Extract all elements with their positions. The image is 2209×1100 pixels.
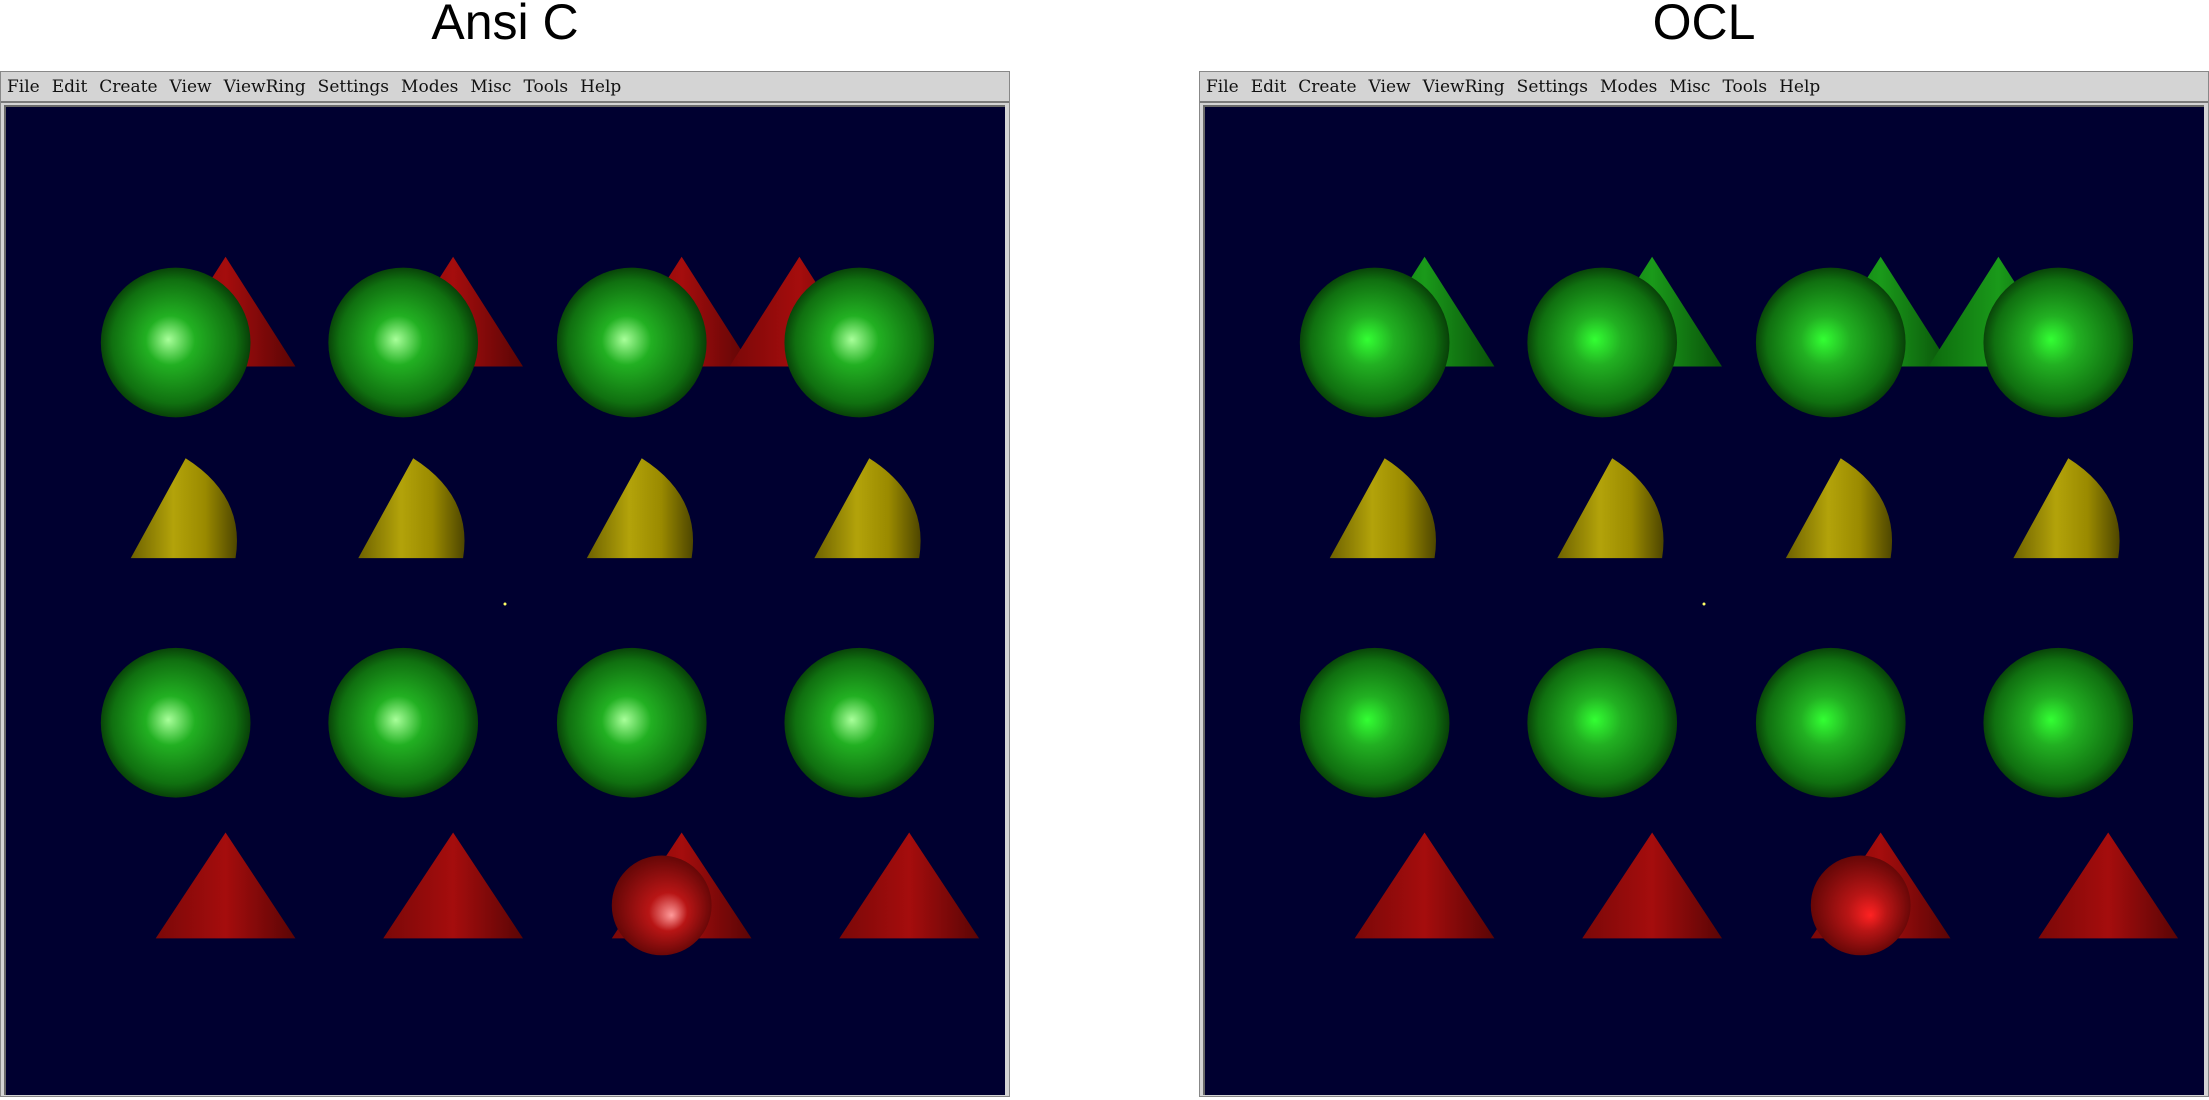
cone-shape — [2013, 458, 2120, 559]
panel-title-ocl: OCL — [1652, 0, 1756, 50]
render-scene — [100, 256, 980, 956]
sphere-shape — [1755, 267, 1906, 418]
sphere-shape — [556, 647, 707, 798]
origin-marker — [1702, 602, 1706, 606]
sphere-shape — [611, 855, 712, 956]
sphere-shape — [1299, 267, 1450, 418]
menubar: File Edit Create View ViewRing Settings … — [1200, 72, 2208, 103]
menu-tools[interactable]: Tools — [1722, 77, 1767, 97]
cone-shape — [130, 458, 237, 559]
cone-shape — [383, 832, 523, 939]
menu-modes[interactable]: Modes — [1600, 77, 1657, 97]
origin-marker — [503, 602, 507, 606]
sphere-shape — [100, 267, 251, 418]
menu-settings[interactable]: Settings — [318, 77, 389, 97]
menu-viewring[interactable]: ViewRing — [224, 77, 306, 97]
menu-modes[interactable]: Modes — [401, 77, 458, 97]
render-scene — [1299, 256, 2179, 956]
sphere-shape — [1527, 267, 1678, 418]
cone-shape — [155, 832, 296, 939]
menu-edit[interactable]: Edit — [1251, 77, 1287, 97]
menu-help[interactable]: Help — [580, 77, 621, 97]
menu-misc[interactable]: Misc — [470, 77, 511, 97]
sphere-shape — [328, 267, 479, 418]
menu-settings[interactable]: Settings — [1517, 77, 1588, 97]
cone-shape — [839, 832, 980, 939]
menu-create[interactable]: Create — [1298, 77, 1356, 97]
menu-create[interactable]: Create — [99, 77, 157, 97]
menu-view[interactable]: View — [170, 77, 212, 97]
cone-shape — [1354, 832, 1495, 939]
menu-help[interactable]: Help — [1779, 77, 1820, 97]
render-viewport[interactable] — [4, 105, 1005, 1095]
sphere-shape — [784, 267, 935, 418]
menu-edit[interactable]: Edit — [52, 77, 88, 97]
sphere-shape — [1983, 647, 2134, 798]
cone-shape — [814, 458, 921, 559]
cone-shape — [1329, 458, 1436, 559]
sphere-shape — [1299, 647, 1450, 798]
menu-view[interactable]: View — [1369, 77, 1411, 97]
sphere-shape — [1527, 647, 1678, 798]
menu-viewring[interactable]: ViewRing — [1423, 77, 1505, 97]
cone-shape — [1582, 832, 1722, 939]
menu-file[interactable]: File — [1206, 77, 1239, 97]
menubar: File Edit Create View ViewRing Settings … — [1, 72, 1009, 103]
cone-shape — [358, 458, 465, 559]
panel-title-ansi-c: Ansi C — [431, 0, 579, 50]
app-window-ocl: File Edit Create View ViewRing Settings … — [1199, 71, 2209, 1097]
sphere-shape — [1755, 647, 1906, 798]
cone-shape — [1557, 458, 1664, 559]
sphere-shape — [328, 647, 479, 798]
app-window-ansi-c: File Edit Create View ViewRing Settings … — [0, 71, 1010, 1097]
cone-shape — [586, 458, 694, 559]
render-viewport[interactable] — [1203, 105, 2204, 1095]
menu-misc[interactable]: Misc — [1669, 77, 1710, 97]
sphere-shape — [1810, 855, 1911, 956]
cone-shape — [1785, 458, 1893, 559]
cone-shape — [2038, 832, 2179, 939]
sphere-shape — [784, 647, 935, 798]
sphere-shape — [1983, 267, 2134, 418]
sphere-shape — [100, 647, 251, 798]
sphere-shape — [556, 267, 707, 418]
menu-file[interactable]: File — [7, 77, 40, 97]
menu-tools[interactable]: Tools — [523, 77, 568, 97]
